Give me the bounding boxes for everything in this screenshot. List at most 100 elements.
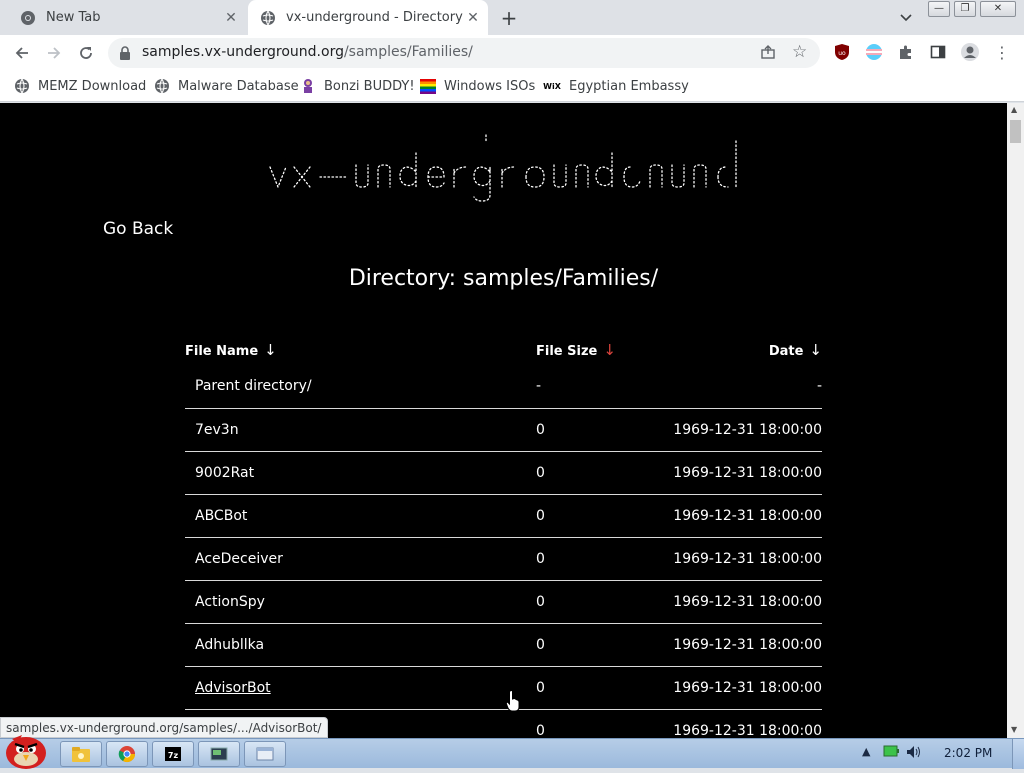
bookmark-memz[interactable]: MEMZ Download	[14, 76, 146, 96]
file-date: 1969-12-31 18:00:00	[673, 594, 822, 610]
tab-vx-underground[interactable]: vx-underground - Directory ✕	[248, 0, 488, 35]
bookmark-egyptian-embassy[interactable]: WiX Egyptian Embassy	[543, 76, 689, 96]
file-name-link[interactable]: 9002Rat	[195, 465, 254, 481]
column-header-file-size[interactable]: File Size ↓	[536, 341, 616, 359]
file-size: 0	[536, 723, 545, 738]
forward-button[interactable]	[40, 39, 68, 67]
menu-kebab-icon[interactable]: ⋮	[992, 42, 1012, 62]
file-date: 1969-12-31 18:00:00	[673, 422, 822, 438]
taskbar-terminal-button[interactable]	[198, 741, 240, 767]
tab-search-chevron-icon[interactable]	[896, 8, 916, 28]
restore-button[interactable]: ❐	[954, 1, 976, 17]
file-size: 0	[536, 422, 545, 438]
share-icon[interactable]	[760, 44, 778, 62]
table-row: AdvisorBot 0 1969-12-31 18:00:00	[185, 667, 822, 710]
file-size: 0	[536, 594, 545, 610]
scroll-down-arrow-icon[interactable]: ▼	[1011, 725, 1017, 734]
back-button[interactable]	[8, 39, 36, 67]
header-label: File Size	[536, 344, 598, 359]
table-row: AceDeceiver 0 1969-12-31 18:00:00	[185, 538, 822, 581]
svg-text:uo: uo	[838, 50, 846, 57]
bookmark-label: Egyptian Embassy	[569, 78, 689, 94]
file-name-link[interactable]: Adhubllka	[195, 637, 264, 653]
file-name-link[interactable]: Parent directory/	[195, 378, 312, 394]
file-name-link[interactable]: ActionSpy	[195, 594, 265, 610]
bookmark-label: MEMZ Download	[38, 78, 147, 94]
sort-arrow-icon: ↓	[809, 341, 822, 359]
scroll-up-arrow-icon[interactable]: ▲	[1011, 105, 1017, 114]
file-date: 1969-12-31 18:00:00	[673, 723, 822, 738]
taskbar-7zip-button[interactable]: 7z	[152, 741, 194, 767]
taskbar-explorer-button[interactable]	[60, 741, 102, 767]
file-name-link[interactable]: AdvisorBot	[195, 680, 271, 696]
sort-arrow-icon: ↓	[264, 341, 277, 359]
tray-expand-arrow-icon[interactable]: ▲	[862, 745, 870, 758]
bookmark-label: Windows ISOs	[444, 78, 536, 94]
column-header-date[interactable]: Date ↓	[769, 341, 822, 359]
trans-flag-extension-icon[interactable]	[864, 42, 884, 62]
ublock-origin-icon[interactable]: uo	[832, 42, 852, 62]
bookmark-bonzi-buddy[interactable]: Bonzi BUDDY!	[300, 76, 415, 96]
directory-table: File Name ↓ File Size ↓ Date ↓ Parent direc…	[185, 335, 822, 738]
minimize-button[interactable]: —	[928, 1, 950, 17]
bookmark-malware-database[interactable]: Malware Database	[154, 76, 299, 96]
url-text[interactable]: samples.vx-underground.org/samples/Famil…	[142, 44, 473, 60]
table-row: ABCBot 0 1969-12-31 18:00:00	[185, 495, 822, 538]
taskbar-chrome-button[interactable]	[106, 741, 148, 767]
close-window-button[interactable]: ✕	[980, 1, 1016, 17]
file-date: 1969-12-31 18:00:00	[673, 465, 822, 481]
tab-strip: New Tab ✕ vx-underground - Directory ✕ +…	[0, 0, 1024, 35]
address-bar[interactable]: samples.vx-underground.org/samples/Famil…	[108, 38, 820, 68]
sort-arrow-icon: ↓	[603, 341, 616, 359]
svg-text:7z: 7z	[168, 751, 179, 760]
bookmark-windows-isos[interactable]: Windows ISOs	[420, 76, 535, 96]
file-name-link[interactable]: 7ev3n	[195, 422, 239, 438]
extensions-puzzle-icon[interactable]	[896, 42, 916, 62]
table-header: File Name ↓ File Size ↓ Date ↓	[185, 335, 822, 365]
hand-cursor-icon	[505, 690, 520, 712]
browser-toolbar: samples.vx-underground.org/samples/Famil…	[0, 35, 1024, 70]
start-button-angry-bird-icon[interactable]	[2, 729, 50, 769]
header-label: Date	[768, 344, 804, 359]
table-row: 7ev3n 0 1969-12-31 18:00:00	[185, 409, 822, 452]
tab-new-tab[interactable]: New Tab ✕	[8, 0, 244, 35]
taskbar-window-button[interactable]	[244, 741, 286, 767]
show-desktop-button[interactable]	[1012, 739, 1024, 769]
page-content: Go Back Directory: samples/Families/ Fil…	[0, 103, 1007, 738]
side-panel-icon[interactable]	[928, 42, 948, 62]
new-tab-button[interactable]: +	[497, 6, 521, 30]
taskbar: 7z ▲ 2:02 PM	[0, 735, 1024, 769]
tray-battery-icon[interactable]	[883, 745, 899, 760]
windows-flag-icon	[420, 78, 436, 94]
file-size: 0	[536, 508, 545, 524]
profile-avatar-icon[interactable]	[960, 42, 980, 62]
reload-button[interactable]	[72, 39, 100, 67]
file-size: 0	[536, 680, 545, 696]
bookmarks-bar: MEMZ Download Malware Database Bonzi BUD…	[0, 70, 1024, 102]
file-date: -	[816, 378, 822, 394]
column-header-file-name[interactable]: File Name ↓	[185, 341, 277, 359]
lock-icon[interactable]	[118, 45, 134, 61]
wix-icon: WiX	[543, 81, 561, 91]
go-back-link[interactable]: Go Back	[103, 219, 173, 239]
file-size: -	[536, 378, 542, 394]
url-path: /samples/Families/	[343, 44, 473, 60]
globe-icon	[14, 78, 30, 94]
header-label: File Name	[185, 344, 259, 359]
url-host: samples.vx-underground.org	[142, 44, 344, 60]
close-icon[interactable]: ✕	[222, 9, 240, 27]
table-row: ActionSpy 0 1969-12-31 18:00:00	[185, 581, 822, 624]
scrollbar-thumb[interactable]	[1010, 120, 1021, 143]
file-date: 1969-12-31 18:00:00	[673, 551, 822, 567]
chrome-icon	[20, 10, 36, 26]
file-date: 1969-12-31 18:00:00	[673, 680, 822, 696]
tab-title: vx-underground - Directory	[286, 10, 463, 25]
file-name-link[interactable]: AceDeceiver	[195, 551, 283, 567]
file-name-link[interactable]: ABCBot	[195, 508, 247, 524]
page-scrollbar[interactable]: ▲ ▼	[1007, 103, 1024, 738]
tray-volume-icon[interactable]	[906, 745, 922, 762]
vx-underground-ascii-logo	[258, 125, 758, 217]
close-icon[interactable]: ✕	[464, 9, 482, 27]
taskbar-clock[interactable]: 2:02 PM	[944, 746, 992, 760]
bookmark-star-icon[interactable]: ☆	[792, 42, 812, 62]
